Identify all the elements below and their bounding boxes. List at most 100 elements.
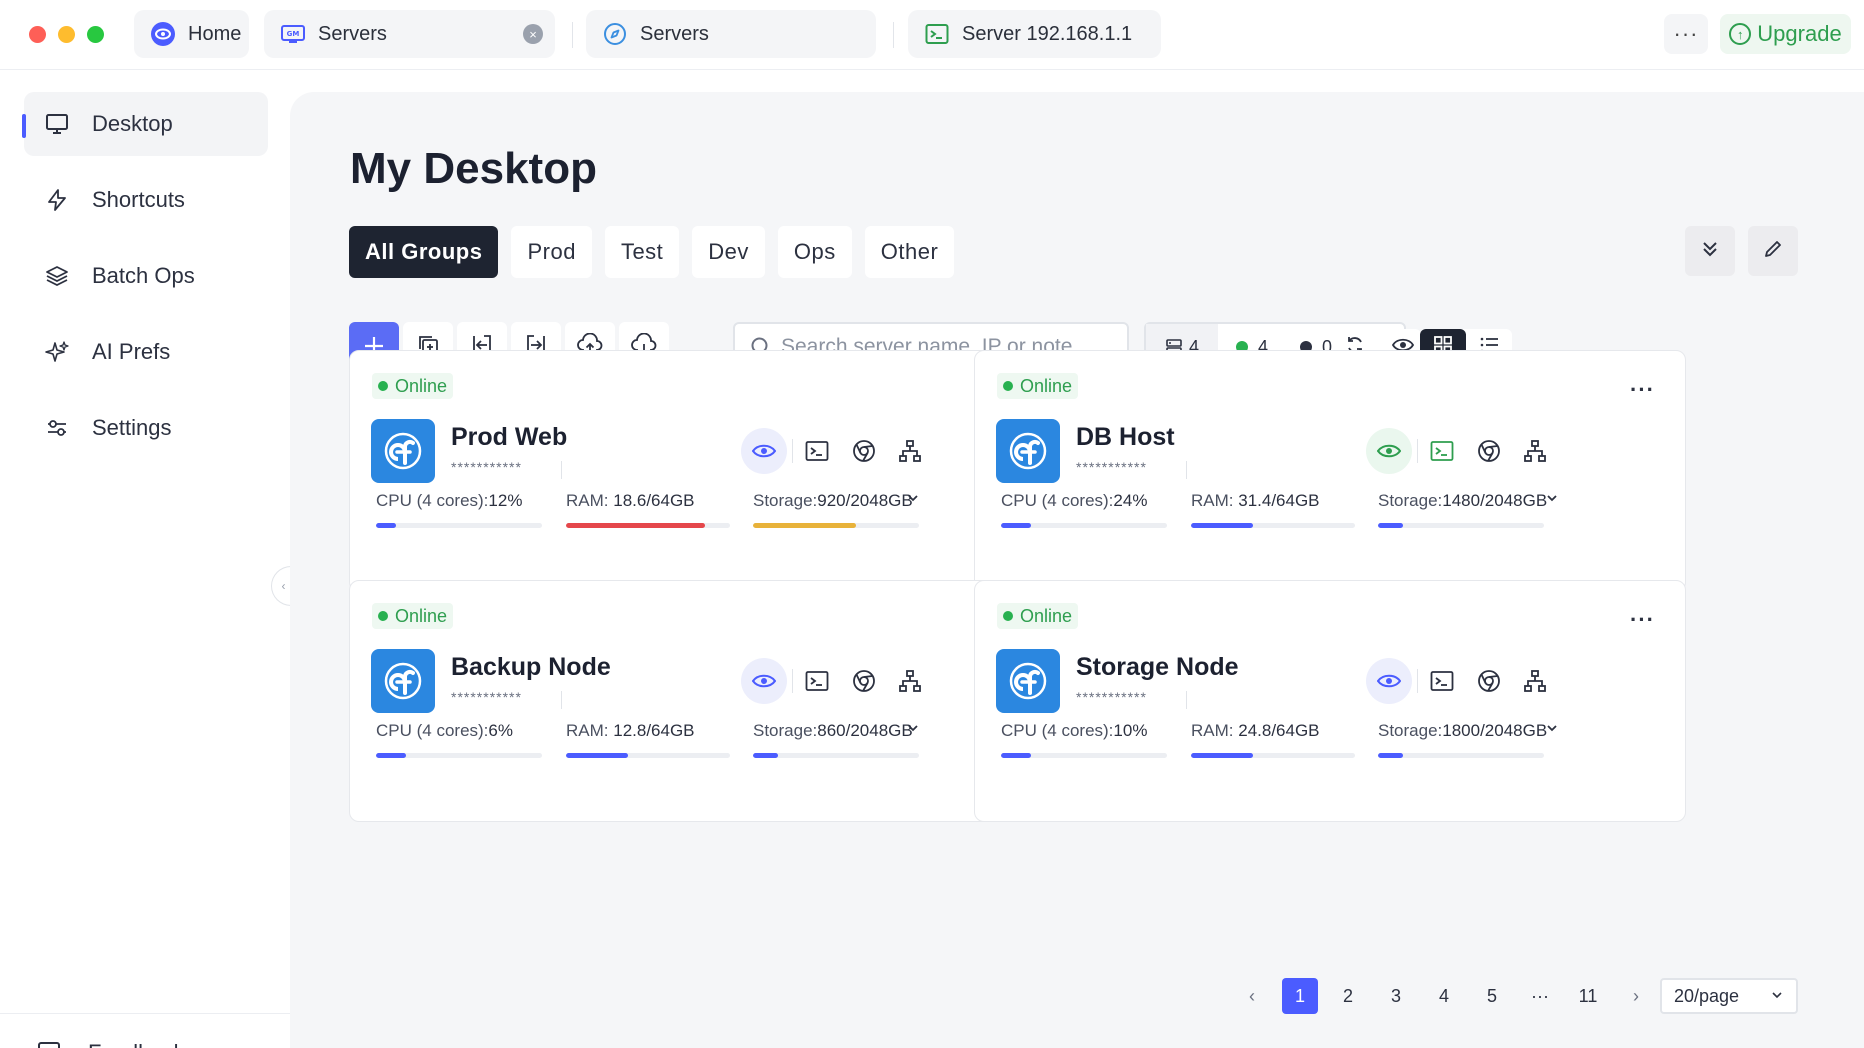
card-more-menu-button[interactable]: ···	[1630, 379, 1655, 401]
maximize-window-button[interactable]	[87, 26, 104, 43]
cpu-progress	[1001, 523, 1167, 528]
network-topology-button[interactable]	[887, 428, 933, 474]
chrome-icon	[1477, 669, 1501, 693]
close-window-button[interactable]	[29, 26, 46, 43]
server-card[interactable]: Online···Backup Node***********CPU (4 co…	[349, 580, 1061, 822]
prev-page-button[interactable]: ‹	[1234, 978, 1270, 1014]
network-topology-button[interactable]	[1512, 428, 1558, 474]
group-tab-dev[interactable]: Dev	[692, 226, 765, 278]
sidebar-item-settings[interactable]: Settings	[24, 396, 268, 460]
cpu-value: 12%	[488, 491, 523, 510]
status-badge: Online	[997, 373, 1079, 399]
status-text: Online	[395, 605, 448, 626]
cpu-metric: CPU (4 cores):12%	[376, 491, 522, 511]
double-chevron-down-icon	[1700, 239, 1720, 264]
edit-groups-button[interactable]	[1748, 226, 1798, 276]
network-topology-button[interactable]	[887, 658, 933, 704]
view-monitor-button[interactable]	[1366, 428, 1412, 474]
view-monitor-button[interactable]	[741, 658, 787, 704]
page-button-last[interactable]: 11	[1570, 978, 1606, 1014]
status-badge: Online	[372, 373, 454, 399]
expand-metrics-button[interactable]	[1545, 721, 1559, 738]
status-text: Online	[1020, 375, 1073, 396]
monitor-icon	[44, 111, 70, 137]
view-monitor-button[interactable]	[741, 428, 787, 474]
ram-metric: RAM: 24.8/64GB	[1191, 721, 1320, 741]
storage-progress	[753, 753, 919, 758]
storage-progress	[1378, 753, 1544, 758]
fedora-logo-icon	[996, 649, 1060, 713]
page-size-select[interactable]: 20/page	[1660, 978, 1798, 1014]
sidebar-item-desktop[interactable]: Desktop	[24, 92, 268, 156]
masked-ip: ***********	[451, 689, 522, 705]
open-browser-button[interactable]	[1466, 428, 1512, 474]
page-button-4[interactable]: 4	[1426, 978, 1462, 1014]
tab-servers-2[interactable]: Servers	[586, 10, 876, 58]
open-terminal-button[interactable]	[794, 658, 840, 704]
group-tab-other[interactable]: Other	[864, 226, 955, 278]
expand-metrics-button[interactable]	[906, 721, 920, 738]
open-terminal-button[interactable]	[1419, 658, 1465, 704]
collapse-all-button[interactable]	[1685, 226, 1735, 276]
chevron-down-icon	[1545, 722, 1559, 738]
cpu-label: CPU (4 cores):	[376, 721, 489, 740]
tab-server-ip[interactable]: Server 192.168.1.1	[908, 10, 1161, 58]
upgrade-button[interactable]: ↑ Upgrade	[1720, 14, 1851, 54]
page-button-2[interactable]: 2	[1330, 978, 1366, 1014]
page-button-5[interactable]: 5	[1474, 978, 1510, 1014]
server-name: Backup Node	[451, 653, 611, 681]
ram-metric: RAM: 18.6/64GB	[566, 491, 695, 511]
terminal-icon	[1430, 440, 1454, 462]
chrome-icon	[1477, 439, 1501, 463]
sidebar-item-label: Batch Ops	[92, 263, 195, 288]
open-terminal-button[interactable]	[1419, 428, 1465, 474]
sidebar-item-batch-ops[interactable]: Batch Ops	[24, 244, 268, 308]
active-indicator	[22, 114, 26, 138]
tab-server-ip-label: Server 192.168.1.1	[962, 22, 1133, 45]
page-button-1[interactable]: 1	[1282, 978, 1318, 1014]
tab-servers-1[interactable]: GM Servers ×	[264, 10, 555, 58]
sidebar-item-shortcuts[interactable]: Shortcuts	[24, 168, 268, 232]
page-ellipsis[interactable]: ···	[1522, 978, 1558, 1014]
status-text: Online	[1020, 605, 1073, 626]
group-tab-test[interactable]: Test	[604, 226, 680, 278]
divider	[1417, 669, 1418, 693]
storage-value: 1800/2048GB	[1442, 721, 1548, 740]
online-dot-icon	[1003, 611, 1013, 621]
tab-home[interactable]: Home	[134, 10, 249, 58]
tab-separator	[572, 22, 573, 48]
sliders-icon	[44, 415, 70, 441]
sparkle-icon	[44, 339, 70, 365]
tab-close-icon[interactable]: ×	[523, 24, 543, 44]
chevron-down-icon	[906, 492, 920, 508]
group-tab-prod[interactable]: Prod	[511, 226, 592, 278]
divider	[792, 439, 793, 463]
expand-metrics-button[interactable]	[906, 491, 920, 508]
server-card[interactable]: Online···Prod Web***********CPU (4 cores…	[349, 350, 1061, 592]
terminal-icon	[924, 21, 950, 47]
cpu-progress	[1001, 753, 1167, 758]
open-terminal-button[interactable]	[794, 428, 840, 474]
server-card[interactable]: Online ··· DB Host *********** CPU (4 cores)…	[974, 350, 1686, 592]
group-tab-all[interactable]: All Groups	[349, 226, 499, 278]
page-button-3[interactable]: 3	[1378, 978, 1414, 1014]
online-dot-icon	[378, 611, 388, 621]
server-card[interactable]: Online ··· Storage Node *********** CPU (4 c…	[974, 580, 1686, 822]
open-browser-button[interactable]	[1466, 658, 1512, 704]
sidebar-item-ai-prefs[interactable]: AI Prefs	[24, 320, 268, 384]
card-more-menu-button[interactable]: ···	[1630, 609, 1655, 631]
feedback-button[interactable]: Feedback	[36, 1038, 185, 1048]
server-name: DB Host	[1076, 423, 1175, 451]
expand-metrics-button[interactable]	[1545, 491, 1559, 508]
storage-progress-fill	[753, 523, 856, 528]
more-menu-button[interactable]: ···	[1664, 14, 1708, 54]
minimize-window-button[interactable]	[58, 26, 75, 43]
open-browser-button[interactable]	[841, 428, 887, 474]
online-dot-icon	[1003, 381, 1013, 391]
view-monitor-button[interactable]	[1366, 658, 1412, 704]
group-tab-ops[interactable]: Ops	[777, 226, 852, 278]
network-topology-button[interactable]	[1512, 658, 1558, 704]
open-browser-button[interactable]	[841, 658, 887, 704]
tab-servers-1-label: Servers	[318, 22, 387, 45]
next-page-button[interactable]: ›	[1618, 978, 1654, 1014]
